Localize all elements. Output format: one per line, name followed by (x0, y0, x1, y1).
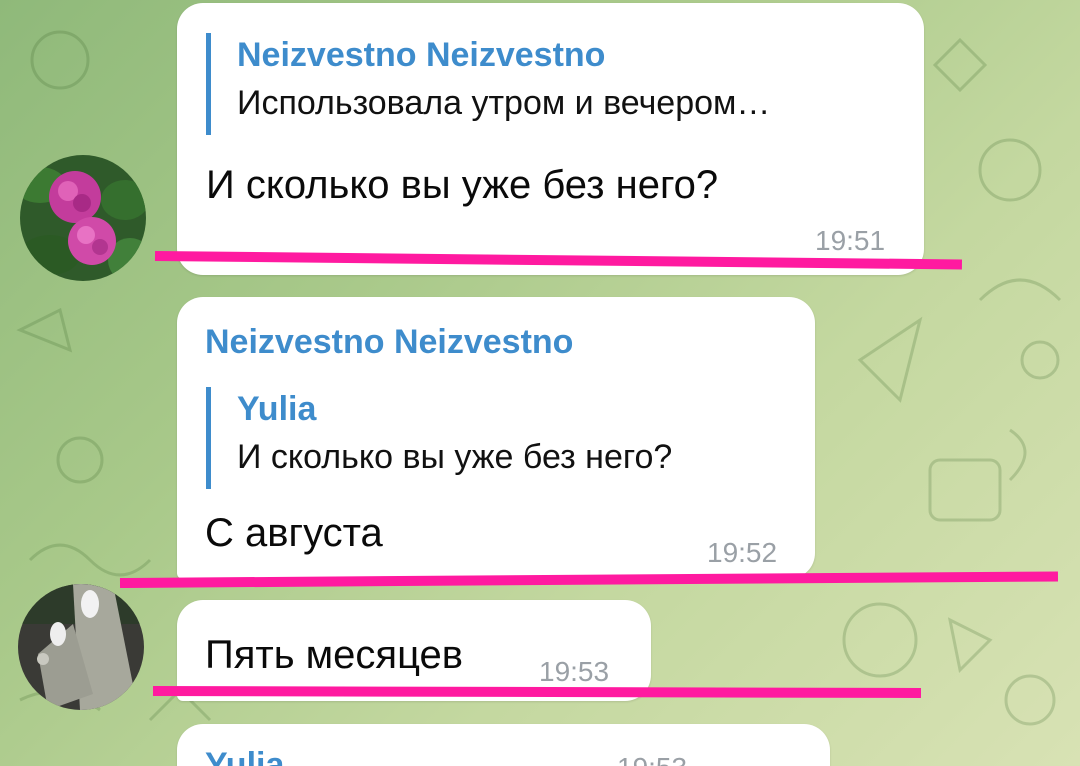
reply-preview-text: Использовала утром и вечером… (237, 84, 771, 122)
message-bubble-1[interactable]: Neizvestno Neizvestno Использовала утром… (177, 3, 924, 275)
message-time: 19:51 (815, 225, 886, 256)
hydrangea-flowers-icon (20, 155, 146, 281)
message-time: 19:53 (539, 656, 610, 687)
message-time: 19:53 (617, 752, 687, 766)
message-text: С августа (205, 511, 383, 555)
reply-preview-text: И сколько вы уже без него? (237, 438, 673, 476)
message-time: 19:52 (707, 537, 778, 568)
message-bubble-2[interactable]: Neizvestno Neizvestno Yulia И сколько вы… (177, 297, 815, 579)
message-text: И сколько вы уже без него? (206, 163, 719, 207)
person-legs-sneakers-icon (18, 584, 144, 710)
sender-name: Neizvestno Neizvestno (205, 323, 574, 361)
user-avatar-2[interactable] (18, 584, 144, 710)
reply-sender-name: Yulia (237, 390, 317, 428)
highlight-underline-3 (152, 686, 922, 699)
message-text: Пять месяцев (205, 633, 464, 677)
hydrangea-avatar[interactable] (20, 155, 146, 281)
reply-sender-name: Neizvestno Neizvestno (237, 36, 606, 74)
reply-quote-1[interactable]: Neizvestno Neizvestno Использовала утром… (206, 33, 770, 135)
reply-quote-2[interactable]: Yulia И сколько вы уже без него? (206, 387, 672, 489)
message-bubble-4-partial[interactable]: Yulia 19:53 (177, 724, 830, 766)
sender-name: Yulia (205, 746, 285, 766)
